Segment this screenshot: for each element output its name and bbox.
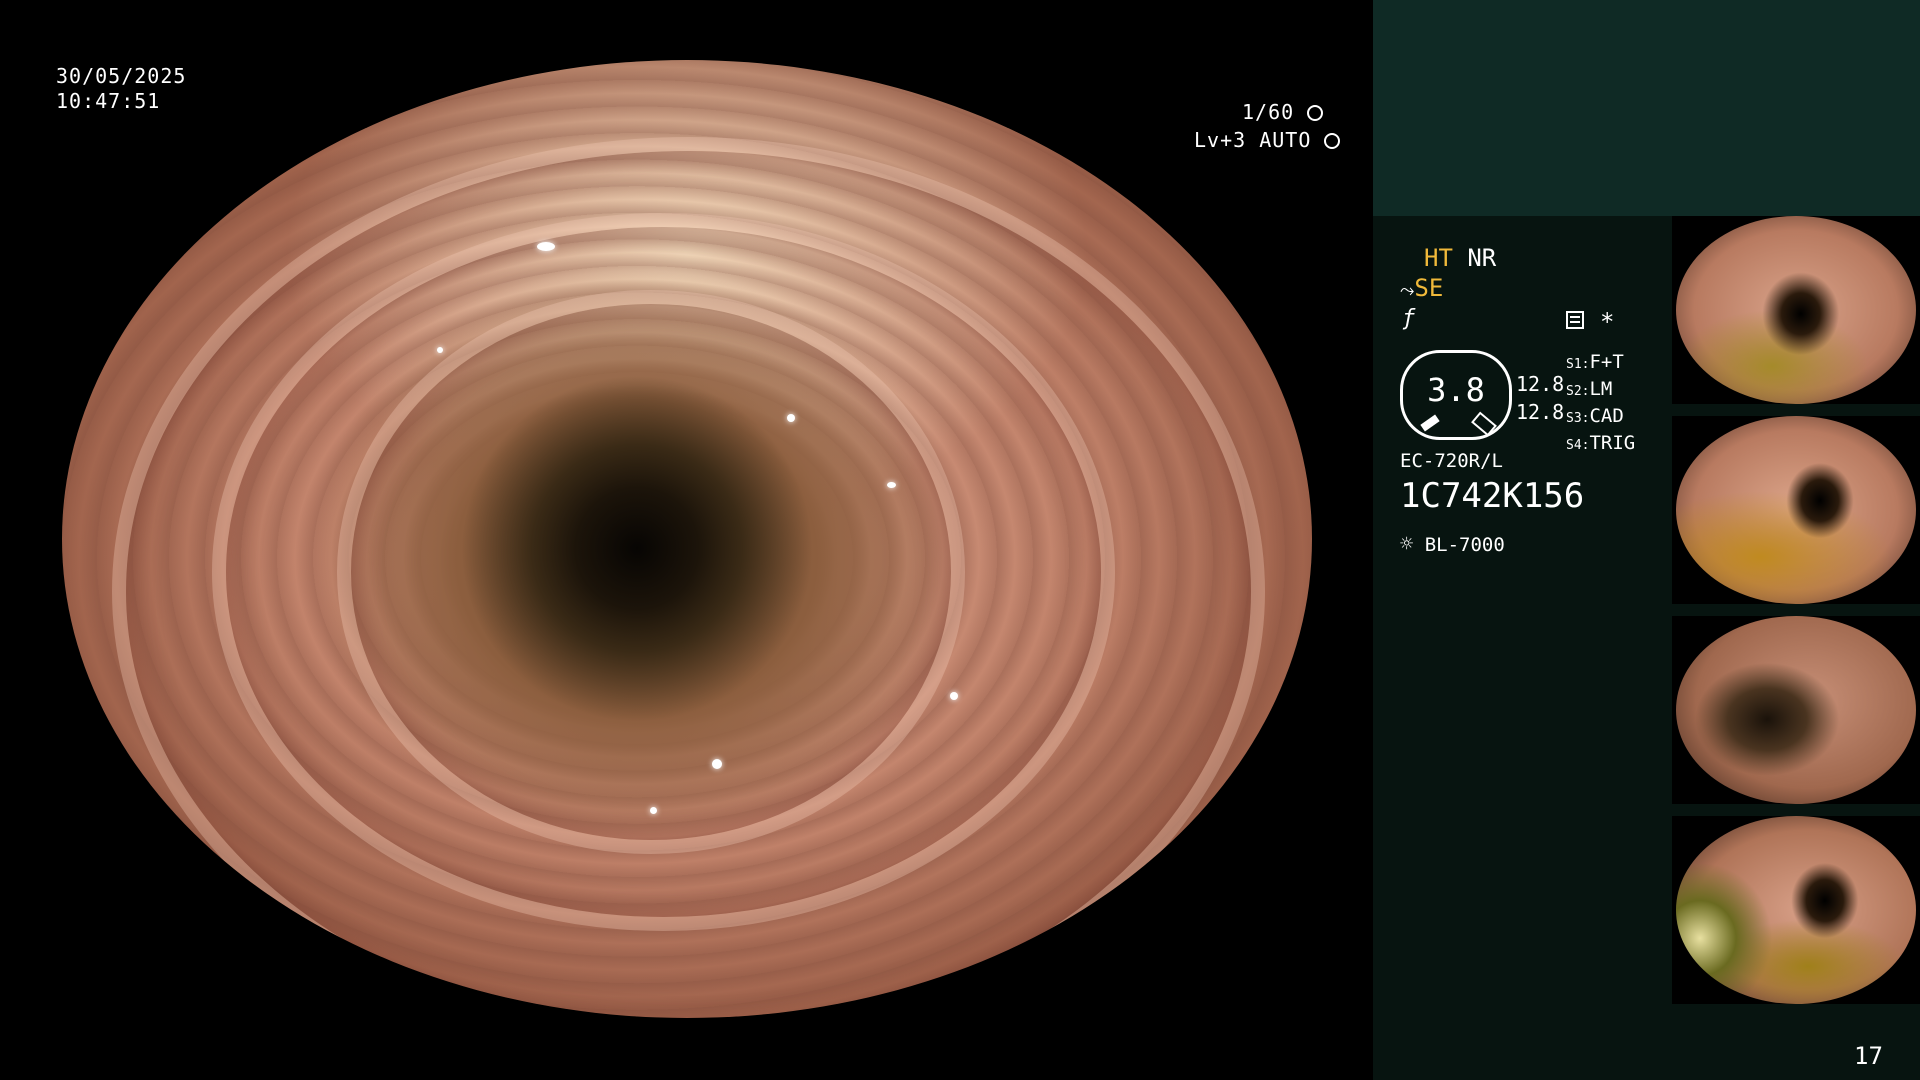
- aperture-icon: [1307, 105, 1324, 121]
- shutter-value: 1/60: [1242, 100, 1295, 124]
- specular-highlight: [649, 807, 657, 815]
- light-source: ☼ BL-7000: [1400, 532, 1505, 557]
- thumbnail-image: [1676, 416, 1916, 604]
- switch-row: S2:LM: [1566, 377, 1635, 404]
- page-number: 17: [1854, 1042, 1883, 1070]
- endoscopy-live-view: [62, 60, 1312, 1018]
- specular-highlight: [887, 481, 896, 488]
- thumbnail-image: [1676, 216, 1916, 404]
- info-panel-header: [1373, 0, 1920, 216]
- zoom-range-top: 12.8: [1516, 372, 1565, 396]
- level-auto-value: Lv+3 AUTO: [1194, 128, 1312, 152]
- switch-row: S4:TRIG: [1566, 431, 1635, 458]
- capture-thumbnail[interactable]: [1672, 216, 1920, 404]
- mode-ht: HT: [1424, 244, 1453, 272]
- zoom-marker-outline-icon: [1471, 411, 1497, 437]
- switch-list: S1:F+T S2:LM S3:CAD S4:TRIG: [1566, 350, 1635, 458]
- switch-key: S2:: [1566, 384, 1590, 399]
- document-list-icon: [1566, 311, 1584, 329]
- scope-serial: 1C742K156: [1400, 476, 1585, 516]
- capture-thumbnail[interactable]: [1672, 616, 1920, 804]
- structure-enhance-icon: ⤳: [1400, 280, 1415, 301]
- mode-nr: NR: [1467, 244, 1497, 272]
- brightness-level: Lv+3 AUTO: [1194, 128, 1341, 152]
- switch-row: S1:F+T: [1566, 350, 1635, 377]
- time-label: 10:47:51: [56, 89, 161, 113]
- switch-key: S3:: [1566, 411, 1590, 426]
- switch-value: CAD: [1589, 405, 1624, 427]
- image-mode-row: HT NR: [1424, 244, 1496, 272]
- thumbnail-image: [1676, 616, 1916, 804]
- zoom-marker-icon: [1420, 414, 1440, 432]
- date-label: 30/05/2025: [56, 64, 187, 88]
- specular-highlight: [949, 692, 958, 701]
- zoom-dial: 3.8: [1400, 350, 1512, 440]
- specular-highlight: [537, 242, 555, 252]
- switch-value: LM: [1589, 378, 1613, 400]
- mode-se: SE: [1414, 274, 1444, 302]
- lamp-icon: ☼: [1400, 532, 1414, 557]
- light-source-label: BL-7000: [1424, 534, 1505, 556]
- switch-value: TRIG: [1589, 432, 1636, 454]
- function-icon: ƒ: [1402, 306, 1416, 331]
- switch-key: S4:: [1566, 438, 1590, 453]
- switch-key: S1:: [1566, 357, 1590, 372]
- scope-model: EC-720R/L: [1400, 450, 1503, 472]
- thumbnail-image: [1676, 816, 1916, 1004]
- structure-enhance-row: ⤳SE: [1400, 274, 1443, 302]
- auto-iris-icon: [1324, 133, 1341, 149]
- capture-thumbnail[interactable]: [1672, 816, 1920, 1004]
- switch-value: F+T: [1589, 351, 1624, 373]
- capture-thumbnail[interactable]: [1672, 416, 1920, 604]
- mucosal-fold: [112, 136, 1265, 1018]
- shutter-speed: 1/60: [1242, 100, 1324, 124]
- switch-row: S3:CAD: [1566, 404, 1635, 431]
- zoom-range-bottom: 12.8: [1516, 400, 1565, 424]
- zoom-value: 3.8: [1427, 371, 1485, 409]
- asterisk-indicator: *: [1600, 308, 1615, 336]
